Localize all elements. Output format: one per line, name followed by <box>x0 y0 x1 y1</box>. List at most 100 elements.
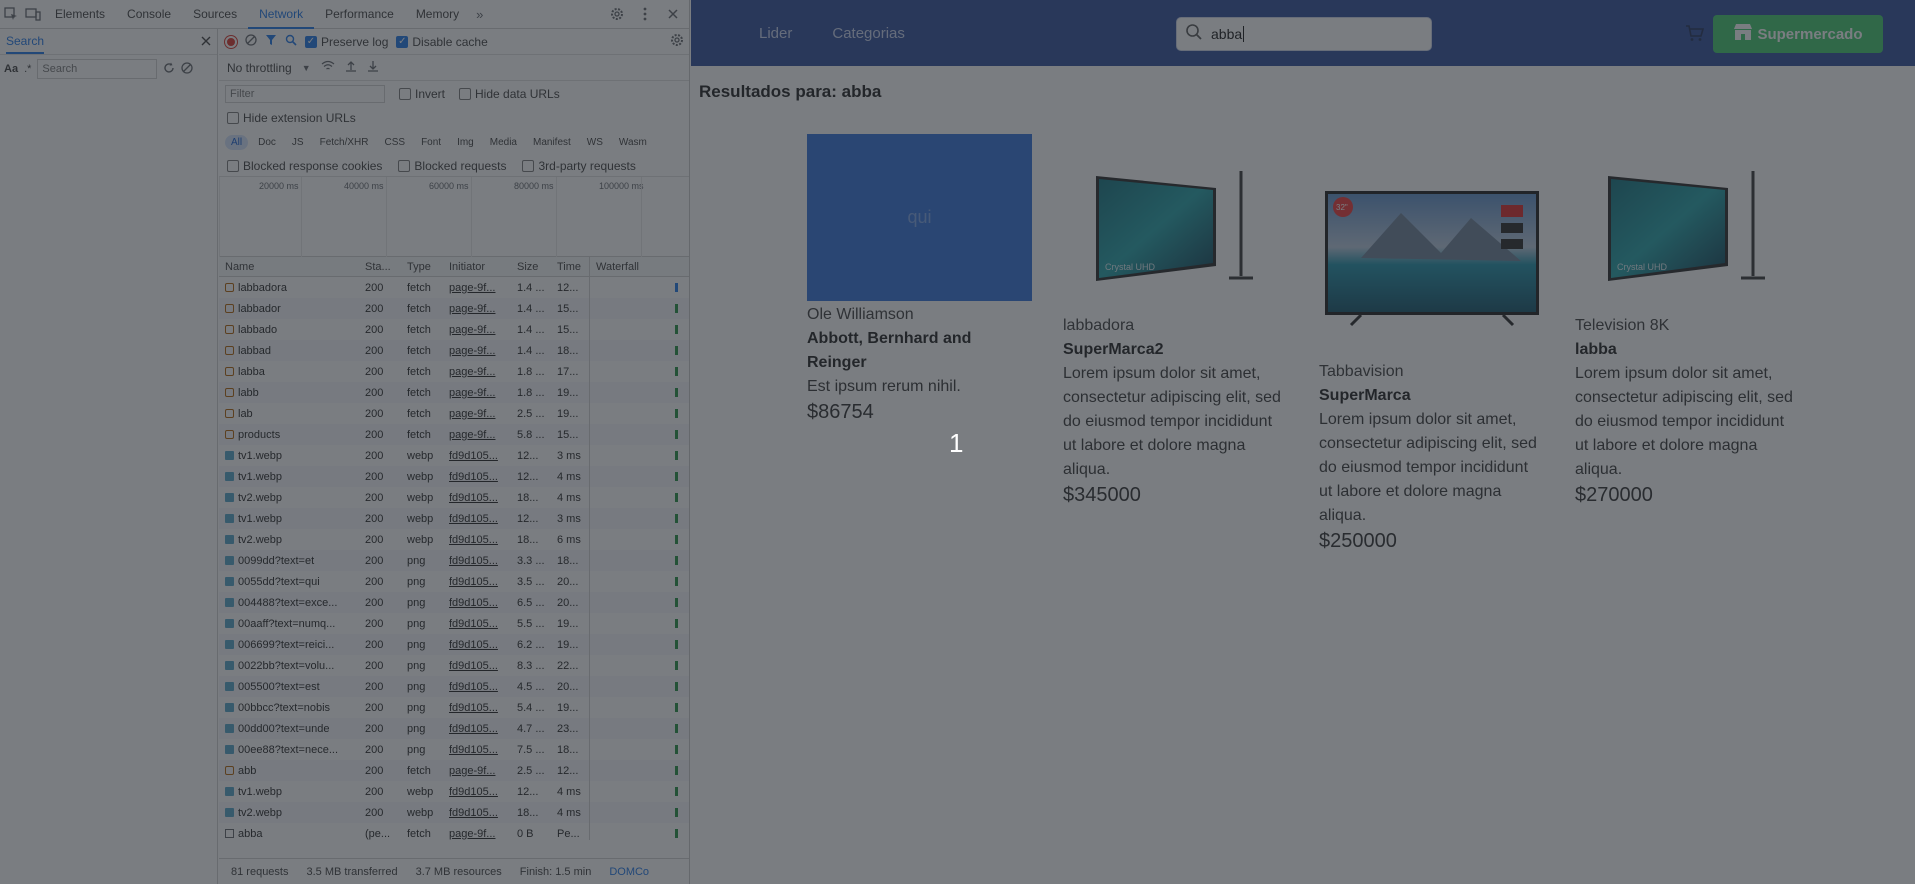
column-type[interactable]: Type <box>401 261 443 273</box>
search-input[interactable] <box>37 59 158 79</box>
device-toolbar-icon[interactable] <box>22 3 44 25</box>
filter-chip-wasm[interactable]: Wasm <box>612 134 653 150</box>
request-initiator-link[interactable]: page-9f... <box>449 366 495 378</box>
request-initiator-link[interactable]: fd9d105... <box>449 660 498 672</box>
request-row[interactable]: labb 200 fetch page-9f... 1.8 ... 19... <box>219 382 689 403</box>
request-initiator-link[interactable]: fd9d105... <box>449 618 498 630</box>
invert-checkbox[interactable]: Invert <box>399 87 445 101</box>
kebab-menu-icon[interactable] <box>634 3 656 25</box>
filter-chip-js[interactable]: JS <box>285 134 310 150</box>
request-row[interactable]: tv2.webp 200 webp fd9d105... 18... 4 ms <box>219 802 689 823</box>
request-initiator-link[interactable]: fd9d105... <box>449 555 498 567</box>
product-image[interactable]: qui <box>807 134 1032 301</box>
close-search-icon[interactable] <box>201 35 211 49</box>
request-row[interactable]: 00ee88?text=nece... 200 png fd9d105... 7.5 .… <box>219 739 689 760</box>
request-initiator-link[interactable]: page-9f... <box>449 303 495 315</box>
product-card[interactable]: Crystal UHD Television 8K labba Lorem ip… <box>1575 152 1800 507</box>
product-image[interactable]: 32" <box>1319 160 1544 356</box>
request-row[interactable]: products 200 fetch page-9f... 5.8 ... 15... <box>219 424 689 445</box>
disable-cache-checkbox[interactable]: ✓ Disable cache <box>396 35 488 49</box>
filter-chip-doc[interactable]: Doc <box>252 134 282 150</box>
clear-search-icon[interactable] <box>181 61 194 77</box>
product-card[interactable]: Crystal UHD labbadora SuperMarca2 Lorem … <box>1063 152 1288 507</box>
request-initiator-link[interactable]: fd9d105... <box>449 744 498 756</box>
request-initiator-link[interactable]: page-9f... <box>449 387 495 399</box>
request-row[interactable]: labbador 200 fetch page-9f... 1.4 ... 15... <box>219 298 689 319</box>
column-name[interactable]: Name <box>219 261 359 273</box>
hide-extension-urls-checkbox[interactable]: Hide extension URLs <box>227 111 356 125</box>
request-row[interactable]: labba 200 fetch page-9f... 1.8 ... 17... <box>219 361 689 382</box>
request-initiator-link[interactable]: fd9d105... <box>449 597 498 609</box>
request-initiator-link[interactable]: page-9f... <box>449 345 495 357</box>
product-card[interactable]: qui Ole Williamson Abbott, Bernhard and … <box>807 134 1032 424</box>
request-row[interactable]: tv2.webp 200 webp fd9d105... 18... 6 ms <box>219 529 689 550</box>
settings-gear-icon[interactable] <box>606 3 628 25</box>
cart-icon[interactable] <box>1685 24 1705 47</box>
request-row[interactable]: 0022bb?text=volu... 200 png fd9d105... 8.3 .… <box>219 655 689 676</box>
request-initiator-link[interactable]: fd9d105... <box>449 681 498 693</box>
filter-input[interactable] <box>225 85 385 103</box>
refresh-icon[interactable] <box>163 62 175 77</box>
filter-chip-css[interactable]: CSS <box>378 134 412 150</box>
product-image[interactable]: Crystal UHD <box>1063 152 1288 310</box>
request-row[interactable]: tv1.webp 200 webp fd9d105... 12... 3 ms <box>219 508 689 529</box>
request-initiator-link[interactable]: page-9f... <box>449 828 495 840</box>
tab-memory[interactable]: Memory <box>405 0 470 29</box>
blocked-requests-checkbox[interactable]: Blocked requests <box>398 159 506 173</box>
regex-toggle[interactable]: .* <box>24 63 31 75</box>
request-row[interactable]: 00dd00?text=unde 200 png fd9d105... 4.7 ... 2… <box>219 718 689 739</box>
hide-data-urls-checkbox[interactable]: Hide data URLs <box>459 87 560 101</box>
product-card[interactable]: 32" Tabbavision SuperMarca Lorem ipsum d… <box>1319 160 1544 553</box>
request-initiator-link[interactable]: page-9f... <box>449 765 495 777</box>
tab-sources[interactable]: Sources <box>182 0 248 29</box>
request-initiator-link[interactable]: fd9d105... <box>449 513 498 525</box>
search-drawer-title[interactable]: Search <box>6 30 45 54</box>
wifi-icon[interactable] <box>321 60 335 75</box>
request-row[interactable]: tv1.webp 200 webp fd9d105... 12... 4 ms <box>219 466 689 487</box>
filter-chip-all[interactable]: All <box>225 134 249 150</box>
chevron-down-icon[interactable]: ▼ <box>302 63 311 73</box>
record-button[interactable] <box>225 35 237 48</box>
request-initiator-link[interactable]: fd9d105... <box>449 702 498 714</box>
column-size[interactable]: Size <box>511 261 551 273</box>
network-settings-gear-icon[interactable] <box>670 33 684 50</box>
column-time[interactable]: Time <box>551 261 589 273</box>
filter-chip-fetch[interactable]: Fetch/XHR <box>313 134 375 150</box>
clear-log-icon[interactable] <box>245 34 257 49</box>
request-initiator-link[interactable]: page-9f... <box>449 429 495 441</box>
request-row[interactable]: 00bbcc?text=nobis 200 png fd9d105... 5.4 ...… <box>219 697 689 718</box>
request-initiator-link[interactable]: fd9d105... <box>449 492 498 504</box>
blocked-cookies-checkbox[interactable]: Blocked response cookies <box>227 159 382 173</box>
filter-chip-manifest[interactable]: Manifest <box>527 134 577 150</box>
request-initiator-link[interactable]: fd9d105... <box>449 807 498 819</box>
filter-chip-img[interactable]: Img <box>451 134 480 150</box>
request-initiator-link[interactable]: fd9d105... <box>449 450 498 462</box>
request-row[interactable]: labbadora 200 fetch page-9f... 1.4 ... 12... <box>219 277 689 298</box>
filter-chip-media[interactable]: Media <box>483 134 523 150</box>
request-initiator-link[interactable]: fd9d105... <box>449 723 498 735</box>
request-row[interactable]: labbad 200 fetch page-9f... 1.4 ... 18... <box>219 340 689 361</box>
import-har-icon[interactable] <box>345 60 357 75</box>
tab-elements[interactable]: Elements <box>44 0 116 29</box>
column-waterfall[interactable]: Waterfall <box>589 257 689 276</box>
request-row[interactable]: 0055dd?text=qui 200 png fd9d105... 3.5 ... 20… <box>219 571 689 592</box>
throttling-select[interactable]: No throttling <box>227 61 292 75</box>
request-initiator-link[interactable]: fd9d105... <box>449 576 498 588</box>
request-row[interactable]: 00aaff?text=numq... 200 png fd9d105... 5.5 .… <box>219 613 689 634</box>
product-search-input[interactable]: abba <box>1176 17 1432 51</box>
third-party-checkbox[interactable]: 3rd-party requests <box>522 159 636 173</box>
inspect-element-icon[interactable] <box>0 3 22 25</box>
request-row[interactable]: abba (pe... fetch page-9f... 0 B Pe... <box>219 823 689 840</box>
product-image[interactable]: Crystal UHD <box>1575 152 1800 310</box>
request-row[interactable]: tv2.webp 200 webp fd9d105... 18... 4 ms <box>219 487 689 508</box>
request-row[interactable]: 005500?text=est 200 png fd9d105... 4.5 ... 20… <box>219 676 689 697</box>
request-row[interactable]: 0099dd?text=et 200 png fd9d105... 3.3 ... 18.… <box>219 550 689 571</box>
filter-chip-ws[interactable]: WS <box>580 134 609 150</box>
tab-performance[interactable]: Performance <box>314 0 405 29</box>
nav-link-categories[interactable]: Categorias <box>832 25 905 42</box>
request-initiator-link[interactable]: fd9d105... <box>449 786 498 798</box>
request-row[interactable]: tv1.webp 200 webp fd9d105... 12... 4 ms <box>219 781 689 802</box>
request-row[interactable]: labbado 200 fetch page-9f... 1.4 ... 15... <box>219 319 689 340</box>
request-initiator-link[interactable]: page-9f... <box>449 408 495 420</box>
export-har-icon[interactable] <box>367 60 379 75</box>
